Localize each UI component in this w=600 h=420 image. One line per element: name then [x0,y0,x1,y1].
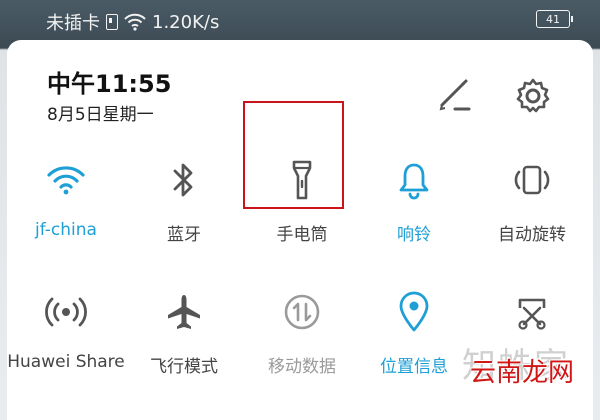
tile-airplane-mode[interactable]: 飞行模式 [125,276,243,386]
tile-label: 移动数据 [268,357,336,377]
tile-label: 自动旋转 [498,225,566,245]
tile-ring[interactable]: 响铃 [355,144,473,254]
pencil-icon [439,79,471,111]
network-speed-text: 1.20K/s [152,11,220,33]
watermark-text: 云南龙网 [470,358,575,388]
battery-level-text: 41 [546,12,560,26]
status-right: 41 [536,10,573,28]
highlight-box [243,101,344,209]
tile-auto-rotate[interactable]: 自动旋转 [473,144,591,254]
tile-label: Huawei Share [7,352,125,372]
panel-clock: 中午11:55 [47,70,172,98]
tile-wifi[interactable]: jf-china [7,144,125,254]
tile-label: 蓝牙 [167,225,201,245]
tile-label: 手电筒 [276,225,328,245]
wifi-icon [47,166,85,195]
status-bar: 未插卡 1.20K/s 41 [0,0,600,40]
tile-label: 位置信息 [380,357,448,377]
panel-date: 8月5日星期一 [47,105,154,125]
auto-rotate-icon [514,165,550,195]
tile-label: jf-china [35,220,97,240]
location-icon [399,291,429,332]
watermark: 知蛛家 云南龙网 [462,338,596,396]
settings-button[interactable] [511,74,555,118]
tile-mobile-data[interactable]: 移动数据 [243,276,361,386]
gear-icon [516,78,550,113]
bell-icon [399,163,429,200]
mobile-data-icon [284,294,320,330]
tile-location[interactable]: 位置信息 [355,276,473,386]
screenshot-icon [518,298,546,330]
bluetooth-icon [173,163,193,197]
sim-icon [106,14,118,30]
tile-bluetooth[interactable]: 蓝牙 [125,144,243,254]
wifi-status-icon [124,13,146,31]
tile-label: 飞行模式 [150,357,218,377]
status-left: 未插卡 1.20K/s [46,9,219,35]
airplane-icon [168,295,200,329]
carrier-text: 未插卡 [46,13,100,34]
battery-icon: 41 [536,10,573,28]
huawei-share-icon [45,297,87,327]
tile-label: 响铃 [397,225,431,245]
edit-button[interactable] [435,74,475,114]
tile-huawei-share[interactable]: Huawei Share [7,276,125,386]
